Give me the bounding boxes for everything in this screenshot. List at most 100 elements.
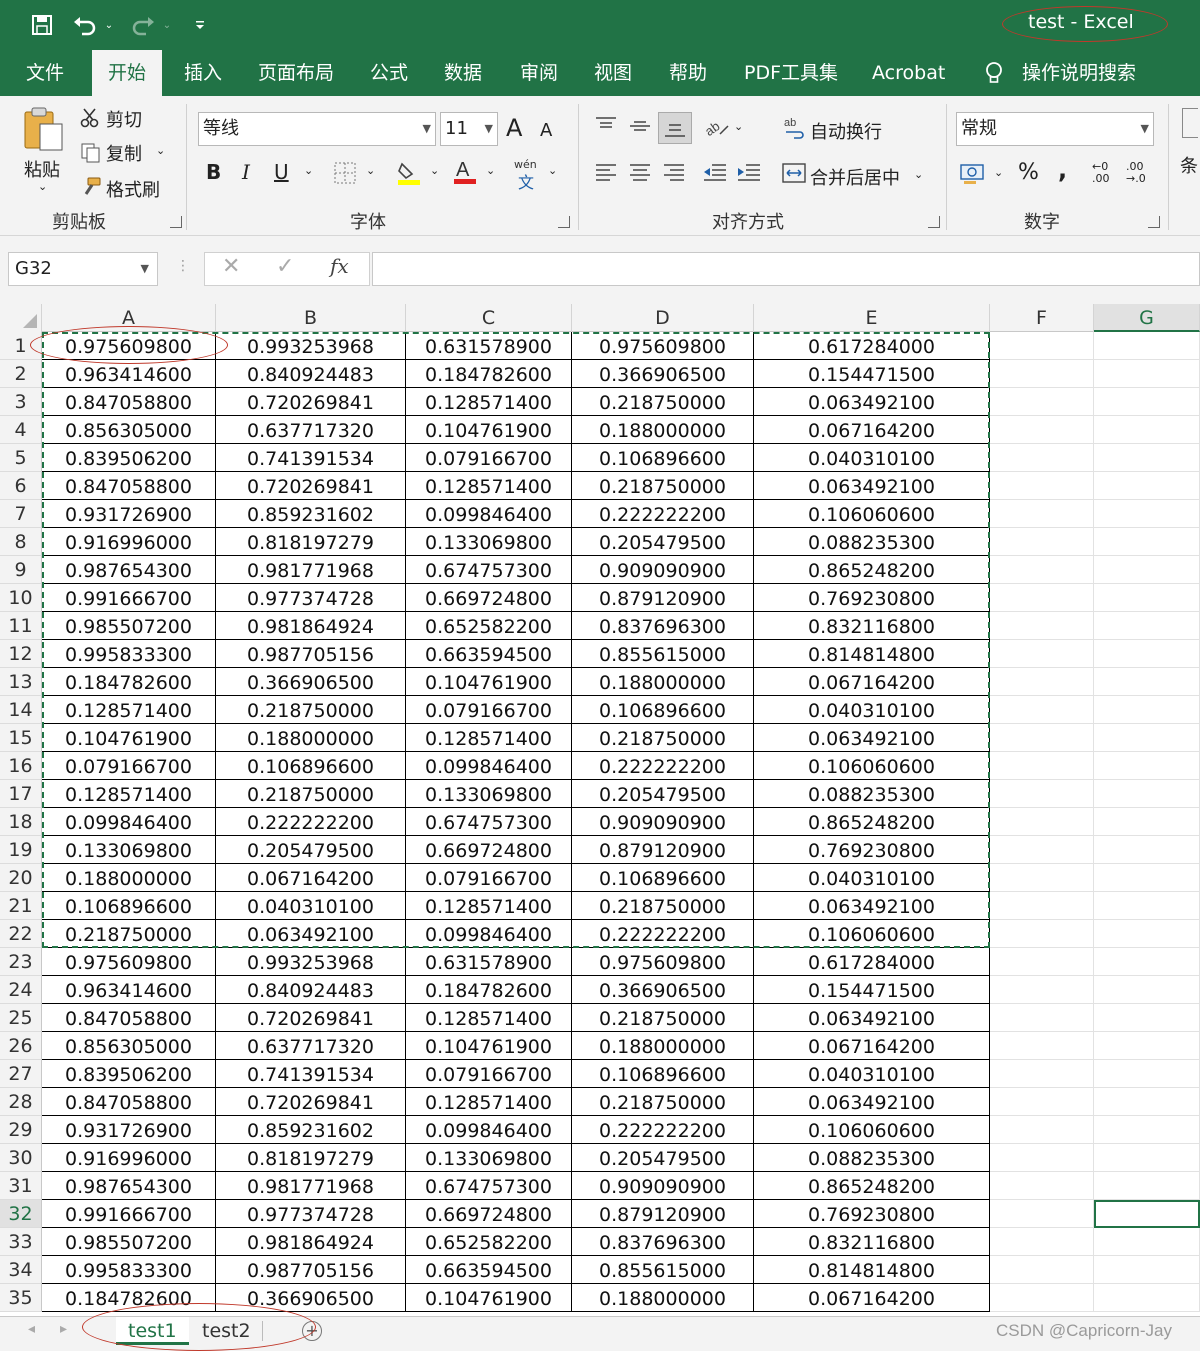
bold-button[interactable]: B bbox=[206, 160, 221, 184]
cell-f34[interactable] bbox=[990, 1256, 1094, 1284]
cell-d27[interactable]: 0.106896600 bbox=[572, 1060, 754, 1088]
cell-c29[interactable]: 0.099846400 bbox=[406, 1116, 572, 1144]
cell-c27[interactable]: 0.079166700 bbox=[406, 1060, 572, 1088]
cell-e21[interactable]: 0.063492100 bbox=[754, 892, 990, 920]
cell-b33[interactable]: 0.981864924 bbox=[216, 1228, 406, 1256]
cell-b23[interactable]: 0.993253968 bbox=[216, 948, 406, 976]
sheet-tab-test1[interactable]: test1 bbox=[116, 1317, 189, 1345]
cell-c26[interactable]: 0.104761900 bbox=[406, 1032, 572, 1060]
cell-e24[interactable]: 0.154471500 bbox=[754, 976, 990, 1004]
cell-e25[interactable]: 0.063492100 bbox=[754, 1004, 990, 1032]
cell-c24[interactable]: 0.184782600 bbox=[406, 976, 572, 1004]
cell-b14[interactable]: 0.218750000 bbox=[216, 696, 406, 724]
borders-icon[interactable] bbox=[334, 162, 356, 188]
cell-a11[interactable]: 0.985507200 bbox=[42, 612, 216, 640]
row-header[interactable]: 5 bbox=[0, 444, 42, 472]
cell-a8[interactable]: 0.916996000 bbox=[42, 528, 216, 556]
cell-f24[interactable] bbox=[990, 976, 1094, 1004]
cell-c2[interactable]: 0.184782600 bbox=[406, 360, 572, 388]
tab-data[interactable]: 数据 bbox=[444, 50, 482, 96]
cell-e11[interactable]: 0.832116800 bbox=[754, 612, 990, 640]
cell-g28[interactable] bbox=[1094, 1088, 1200, 1116]
percent-button[interactable]: % bbox=[1018, 160, 1039, 185]
cell-a32[interactable]: 0.991666700 bbox=[42, 1200, 216, 1228]
cell-e8[interactable]: 0.088235300 bbox=[754, 528, 990, 556]
cell-c7[interactable]: 0.099846400 bbox=[406, 500, 572, 528]
cell-g34[interactable] bbox=[1094, 1256, 1200, 1284]
cell-d6[interactable]: 0.218750000 bbox=[572, 472, 754, 500]
cell-f5[interactable] bbox=[990, 444, 1094, 472]
row-header[interactable]: 8 bbox=[0, 528, 42, 556]
cell-b2[interactable]: 0.840924483 bbox=[216, 360, 406, 388]
cell-f33[interactable] bbox=[990, 1228, 1094, 1256]
row-header[interactable]: 2 bbox=[0, 360, 42, 388]
cell-c19[interactable]: 0.669724800 bbox=[406, 836, 572, 864]
column-header-b[interactable]: B bbox=[216, 304, 406, 332]
row-header[interactable]: 18 bbox=[0, 808, 42, 836]
cell-g5[interactable] bbox=[1094, 444, 1200, 472]
save-icon[interactable] bbox=[28, 10, 56, 40]
column-header-c[interactable]: C bbox=[406, 304, 572, 332]
cell-f20[interactable] bbox=[990, 864, 1094, 892]
row-header[interactable]: 6 bbox=[0, 472, 42, 500]
cell-d10[interactable]: 0.879120900 bbox=[572, 584, 754, 612]
name-box[interactable]: G32 ▼ bbox=[8, 252, 158, 286]
cell-f30[interactable] bbox=[990, 1144, 1094, 1172]
cell-b34[interactable]: 0.987705156 bbox=[216, 1256, 406, 1284]
row-header[interactable]: 35 bbox=[0, 1284, 42, 1312]
cell-g22[interactable] bbox=[1094, 920, 1200, 948]
column-header-f[interactable]: F bbox=[990, 304, 1094, 332]
copy-button[interactable]: 复制 bbox=[106, 140, 142, 166]
cell-g33[interactable] bbox=[1094, 1228, 1200, 1256]
cell-b30[interactable]: 0.818197279 bbox=[216, 1144, 406, 1172]
row-header[interactable]: 28 bbox=[0, 1088, 42, 1116]
cell-f10[interactable] bbox=[990, 584, 1094, 612]
format-painter-button[interactable]: 格式刷 bbox=[106, 176, 160, 202]
italic-button[interactable]: I bbox=[242, 160, 250, 184]
cell-a26[interactable]: 0.856305000 bbox=[42, 1032, 216, 1060]
cell-e7[interactable]: 0.106060600 bbox=[754, 500, 990, 528]
row-header[interactable]: 32 bbox=[0, 1200, 42, 1228]
paste-button[interactable]: 粘贴 bbox=[24, 156, 60, 182]
cell-a5[interactable]: 0.839506200 bbox=[42, 444, 216, 472]
tab-formulas[interactable]: 公式 bbox=[370, 50, 408, 96]
increase-font-size-button[interactable]: A bbox=[506, 114, 522, 142]
tab-file[interactable]: 文件 bbox=[26, 50, 64, 96]
cell-a14[interactable]: 0.128571400 bbox=[42, 696, 216, 724]
row-header[interactable]: 20 bbox=[0, 864, 42, 892]
cell-c17[interactable]: 0.133069800 bbox=[406, 780, 572, 808]
cell-d17[interactable]: 0.205479500 bbox=[572, 780, 754, 808]
cell-f14[interactable] bbox=[990, 696, 1094, 724]
cell-e12[interactable]: 0.814814800 bbox=[754, 640, 990, 668]
cut-button[interactable]: 剪切 bbox=[106, 106, 142, 132]
cell-d29[interactable]: 0.222222200 bbox=[572, 1116, 754, 1144]
align-middle-icon[interactable] bbox=[628, 116, 652, 140]
cell-c25[interactable]: 0.128571400 bbox=[406, 1004, 572, 1032]
cell-b21[interactable]: 0.040310100 bbox=[216, 892, 406, 920]
cell-a29[interactable]: 0.931726900 bbox=[42, 1116, 216, 1144]
alignment-launcher-icon[interactable] bbox=[928, 216, 940, 228]
cell-a9[interactable]: 0.987654300 bbox=[42, 556, 216, 584]
column-header-a[interactable]: A bbox=[42, 304, 216, 332]
cell-g30[interactable] bbox=[1094, 1144, 1200, 1172]
cell-g16[interactable] bbox=[1094, 752, 1200, 780]
cell-c6[interactable]: 0.128571400 bbox=[406, 472, 572, 500]
cell-c15[interactable]: 0.128571400 bbox=[406, 724, 572, 752]
cell-d15[interactable]: 0.218750000 bbox=[572, 724, 754, 752]
cell-b7[interactable]: 0.859231602 bbox=[216, 500, 406, 528]
cell-d23[interactable]: 0.975609800 bbox=[572, 948, 754, 976]
cell-b15[interactable]: 0.188000000 bbox=[216, 724, 406, 752]
cell-d1[interactable]: 0.975609800 bbox=[572, 332, 754, 360]
cell-g20[interactable] bbox=[1094, 864, 1200, 892]
row-header[interactable]: 22 bbox=[0, 920, 42, 948]
cell-f6[interactable] bbox=[990, 472, 1094, 500]
cell-b16[interactable]: 0.106896600 bbox=[216, 752, 406, 780]
cell-d9[interactable]: 0.909090900 bbox=[572, 556, 754, 584]
cell-d33[interactable]: 0.837696300 bbox=[572, 1228, 754, 1256]
cell-a6[interactable]: 0.847058800 bbox=[42, 472, 216, 500]
cell-e3[interactable]: 0.063492100 bbox=[754, 388, 990, 416]
column-header-g[interactable]: G bbox=[1094, 304, 1200, 332]
cell-g8[interactable] bbox=[1094, 528, 1200, 556]
cell-e15[interactable]: 0.063492100 bbox=[754, 724, 990, 752]
cell-f28[interactable] bbox=[990, 1088, 1094, 1116]
